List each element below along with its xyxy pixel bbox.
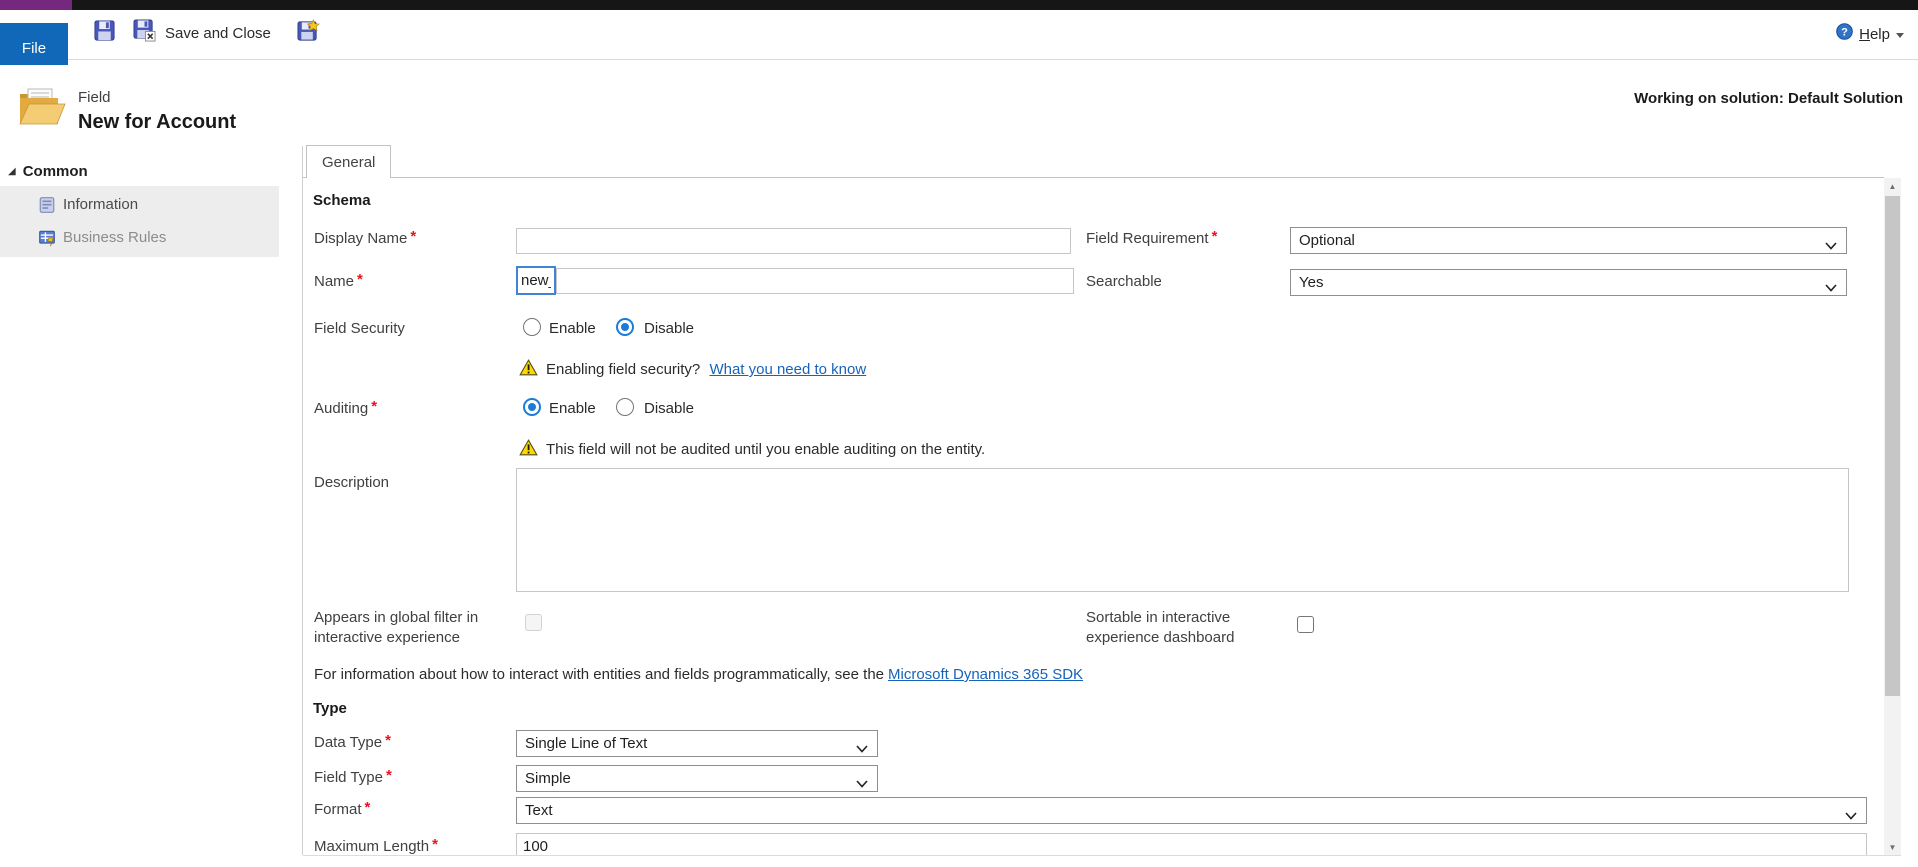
save-and-close-icon	[133, 19, 156, 47]
scrollbar-thumb[interactable]	[1885, 196, 1900, 696]
help-icon: ?	[1836, 23, 1853, 45]
auditing-enable-label: Enable	[549, 400, 596, 417]
chevron-down-icon	[1896, 32, 1904, 38]
auditing-disable-radio[interactable]	[616, 398, 634, 416]
entity-folder-icon	[16, 84, 66, 135]
sidebar-items-panel: Information Business Rules	[0, 186, 279, 257]
maximum-length-label: Maximum Length *	[314, 836, 438, 855]
searchable-label: Searchable	[1086, 273, 1162, 290]
searchable-select[interactable]: Yes	[1290, 269, 1847, 296]
sidebar-group-common[interactable]: ◢ Common	[8, 163, 88, 180]
tree-expander-icon: ◢	[8, 166, 16, 177]
chevron-down-icon	[856, 740, 868, 758]
scroll-down-button[interactable]: ▼	[1884, 839, 1901, 855]
window-top-strip	[0, 0, 1918, 10]
required-marker: *	[364, 799, 371, 816]
format-value: Text	[525, 802, 553, 819]
sidebar-group-label: Common	[22, 163, 88, 180]
field-type-label: Field Type *	[314, 767, 392, 786]
data-type-select[interactable]: Single Line of Text	[516, 730, 878, 757]
field-type-select[interactable]: Simple	[516, 765, 878, 792]
global-filter-checkbox	[525, 614, 542, 631]
required-marker: *	[371, 398, 378, 415]
field-security-help-link[interactable]: What you need to know	[709, 361, 866, 378]
field-security-label: Field Security	[314, 320, 405, 337]
format-select[interactable]: Text	[516, 797, 1867, 824]
field-security-enable-label: Enable	[549, 320, 596, 337]
business-rules-icon	[38, 229, 56, 247]
description-label: Description	[314, 474, 390, 491]
name-input[interactable]	[556, 268, 1074, 294]
svg-text:?: ?	[1841, 27, 1848, 39]
global-filter-label: Appears in global filter in interactive …	[314, 609, 479, 646]
sidebar-item-business-rules[interactable]: Business Rules	[0, 221, 279, 254]
sortable-label: Sortable in interactive experience dashb…	[1086, 609, 1235, 646]
field-type-value: Simple	[525, 770, 571, 787]
chevron-down-icon	[1825, 237, 1837, 255]
field-security-disable-label: Disable	[644, 320, 695, 337]
display-name-input[interactable]	[516, 228, 1071, 254]
general-tab-content: Schema Display Name * Field Requirement * …	[303, 178, 1884, 855]
field-requirement-label: Field Requirement *	[1086, 228, 1218, 247]
required-marker: *	[385, 767, 392, 784]
solution-note: Working on solution: Default Solution	[1634, 90, 1903, 107]
save-and-close-button[interactable]: Save and Close	[133, 19, 271, 47]
save-button[interactable]	[92, 19, 116, 47]
field-security-disable-radio[interactable]	[616, 318, 634, 336]
save-and-close-label: Save and Close	[165, 24, 271, 42]
file-button[interactable]: File	[0, 23, 68, 65]
type-section-heading: Type	[313, 700, 347, 717]
chevron-down-icon	[856, 775, 868, 793]
data-type-value: Single Line of Text	[525, 735, 648, 752]
maximum-length-input[interactable]	[516, 833, 1867, 855]
schema-section-heading: Schema	[313, 192, 371, 209]
warning-icon	[519, 359, 538, 381]
content-bottom-border	[303, 855, 1901, 856]
sidebar-item-label: Business Rules	[63, 229, 167, 246]
help-button[interactable]: ? Help	[1836, 23, 1904, 45]
sdk-link[interactable]: Microsoft Dynamics 365 SDK	[888, 666, 1083, 683]
searchable-value: Yes	[1299, 274, 1324, 291]
auditing-enable-radio[interactable]	[523, 398, 541, 416]
chevron-down-icon	[1845, 807, 1857, 825]
field-requirement-value: Optional	[1299, 232, 1355, 249]
format-label: Format *	[314, 799, 371, 818]
help-label: Help	[1859, 25, 1890, 43]
field-security-enable-radio[interactable]	[523, 318, 541, 336]
required-marker: *	[432, 836, 438, 853]
top-strip-accent	[0, 0, 72, 10]
scroll-up-button[interactable]: ▲	[1884, 178, 1901, 194]
ribbon-toolbar: File Save and Close ? Help	[0, 10, 1918, 65]
data-type-label: Data Type *	[314, 732, 391, 751]
warning-icon	[519, 439, 538, 461]
required-marker: *	[385, 732, 391, 749]
display-name-label: Display Name *	[314, 228, 417, 247]
description-textarea[interactable]	[516, 468, 1849, 592]
save-and-new-icon	[296, 19, 320, 47]
auditing-label: Auditing *	[314, 398, 378, 417]
sidebar-item-label: Information	[63, 196, 139, 213]
save-icon	[93, 19, 116, 47]
field-requirement-select[interactable]: Optional	[1290, 227, 1847, 254]
sortable-checkbox[interactable]	[1297, 616, 1314, 633]
name-prefix-input[interactable]	[516, 266, 556, 295]
required-marker: *	[357, 271, 363, 288]
required-marker: *	[410, 228, 417, 245]
sidebar-item-information[interactable]: Information	[0, 188, 279, 221]
required-marker: *	[1211, 228, 1218, 245]
auditing-disable-label: Disable	[644, 400, 695, 417]
sdk-info-line: For information about how to interact wi…	[314, 666, 1084, 683]
record-type-label: Field	[78, 89, 111, 106]
tab-general-label: General	[322, 153, 376, 171]
tab-general[interactable]: General	[306, 145, 392, 178]
vertical-scrollbar[interactable]: ▲ ▼	[1884, 178, 1901, 855]
auditing-warning: This field will not be audited until you…	[546, 441, 986, 458]
page-title: New for Account	[78, 111, 237, 133]
file-button-label: File	[21, 40, 47, 57]
chevron-down-icon	[1825, 279, 1837, 297]
information-icon	[38, 196, 56, 214]
field-security-warning: Enabling field security? What you need t…	[546, 361, 867, 378]
name-label: Name *	[314, 271, 363, 290]
save-and-new-button[interactable]	[296, 19, 320, 47]
